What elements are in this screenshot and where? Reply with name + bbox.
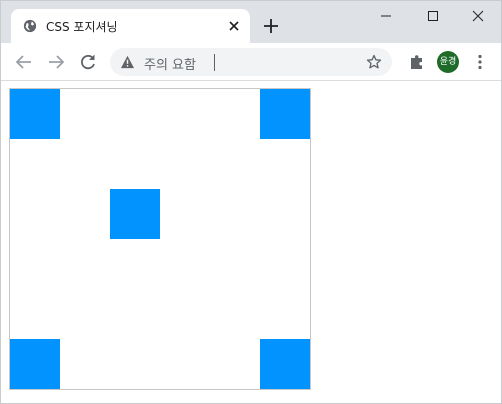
box-center xyxy=(110,189,160,239)
star-icon[interactable] xyxy=(366,54,382,70)
close-icon[interactable] xyxy=(227,19,241,33)
more-vertical-icon[interactable] xyxy=(470,52,490,72)
tab-title: CSS 포지셔닝 xyxy=(46,20,118,34)
arrow-right-icon[interactable] xyxy=(46,52,66,72)
box-bottom-left xyxy=(10,339,60,389)
reload-icon[interactable] xyxy=(78,52,98,72)
puzzle-icon[interactable] xyxy=(407,52,427,72)
box-top-right xyxy=(260,89,310,139)
address-bar[interactable]: 주의 요함 xyxy=(110,48,392,76)
tab-active[interactable]: CSS 포지셔닝 xyxy=(11,9,250,43)
window-close-icon[interactable] xyxy=(467,7,489,25)
maximize-icon[interactable] xyxy=(422,7,444,25)
toolbar: 주의 요함 윤경 xyxy=(1,43,501,81)
new-tab-plus-icon[interactable] xyxy=(263,18,279,34)
positioning-container xyxy=(9,88,311,390)
warning-icon[interactable] xyxy=(120,55,135,69)
avatar[interactable]: 윤경 xyxy=(437,51,459,73)
security-label[interactable]: 주의 요함 xyxy=(144,54,196,73)
minimize-icon[interactable] xyxy=(375,7,397,25)
box-top-left xyxy=(10,89,60,139)
text-caret xyxy=(214,54,215,71)
tab-strip: CSS 포지셔닝 xyxy=(1,1,501,43)
page-viewport xyxy=(1,81,501,403)
box-bottom-right xyxy=(260,339,310,389)
browser-window: CSS 포지셔닝 주의 요함 윤경 xyxy=(0,0,502,404)
globe-icon xyxy=(23,19,37,33)
arrow-left-icon[interactable] xyxy=(14,52,34,72)
